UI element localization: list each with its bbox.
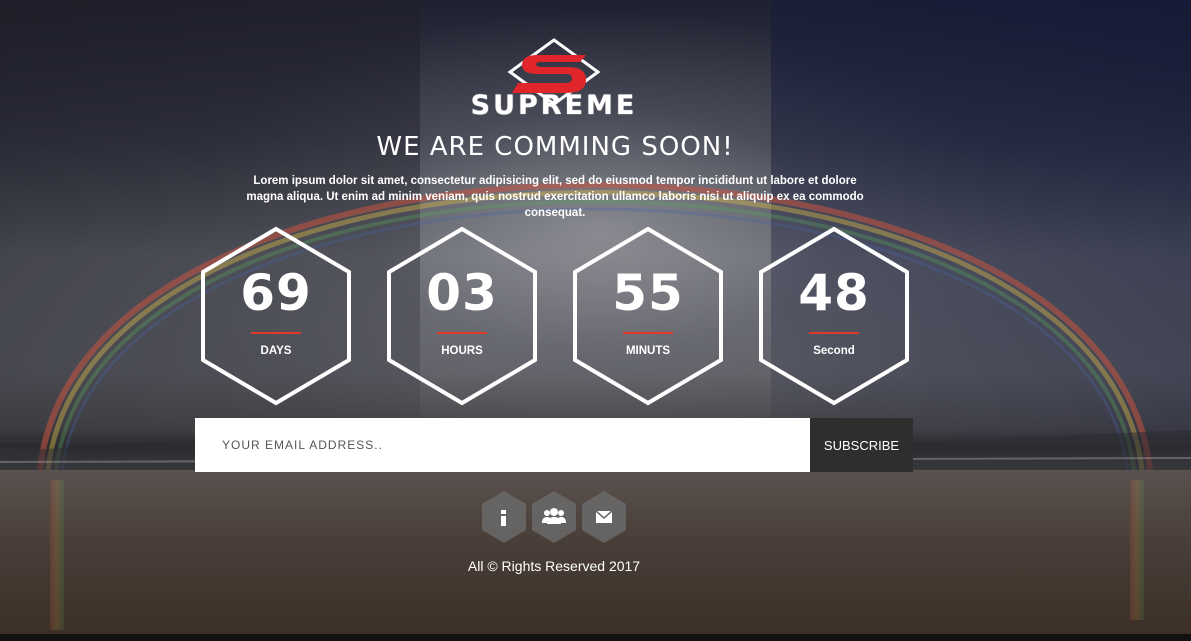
email-input[interactable] [195,418,810,472]
social-link-info[interactable] [480,490,528,544]
countdown-minutes: 55 MINUTS [570,226,726,406]
countdown-days-value: 69 [240,264,312,322]
social-link-users[interactable] [530,490,578,544]
footer-copyright: All © Rights Reserved 2017 [467,558,641,574]
envelope-icon [595,510,613,523]
intro-text: Lorem ipsum dolor sit amet, consectetur … [246,175,864,219]
countdown-minutes-value: 55 [612,264,684,322]
info-icon [501,510,506,526]
countdown-hours: 03 HOURS [384,226,540,406]
countdown-seconds-label: Second [813,345,855,357]
countdown-minutes-label: MINUTS [625,345,671,357]
countdown-hours-value: 03 [426,264,498,322]
countdown-divider [437,332,487,334]
brand-name: SUPREME [470,90,638,121]
page-headline: WE ARE COMMING SOON! [376,132,734,162]
countdown-divider [809,332,859,334]
subscribe-button[interactable]: SUBSCRIBE [810,418,913,472]
countdown-days-label: DAYS [260,345,292,357]
users-icon [542,508,566,524]
countdown-divider [251,332,301,334]
countdown-seconds: 48 Second [756,226,912,406]
social-link-email[interactable] [580,490,628,544]
countdown-seconds-value: 48 [798,264,870,322]
countdown-days: 69 DAYS [198,226,354,406]
countdown-divider [623,332,673,334]
countdown-hours-label: HOURS [441,345,483,357]
